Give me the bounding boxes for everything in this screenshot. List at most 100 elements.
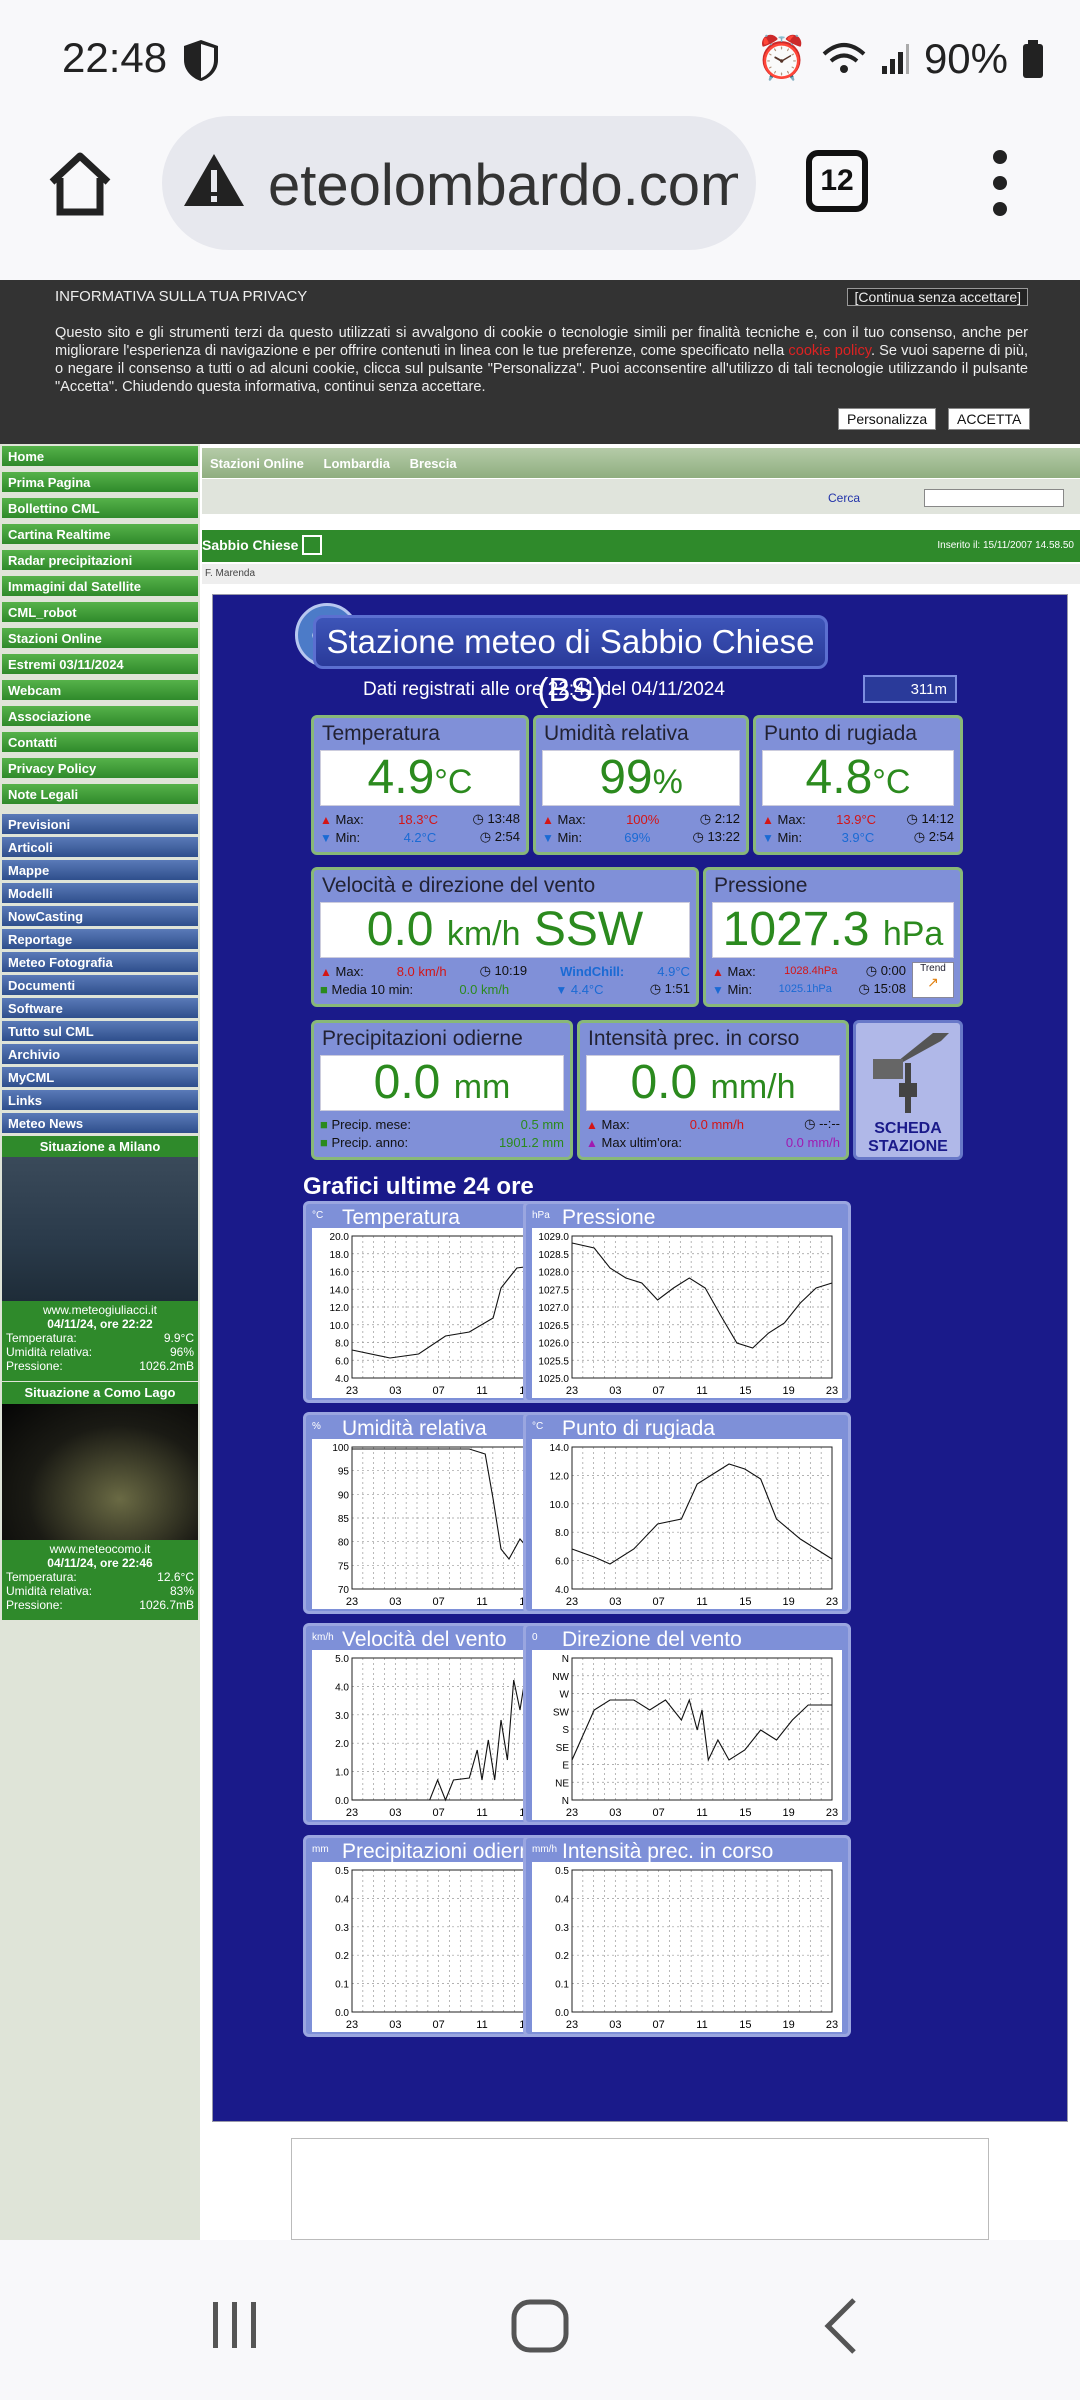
sidebar-item-previsioni[interactable]: Previsioni [2, 814, 198, 836]
como-webcam-image[interactable] [2, 1404, 198, 1540]
sidebar-item-webcam[interactable]: Webcam [2, 680, 198, 702]
temperature-label: Temperatura [322, 722, 440, 745]
milano-pres: 1026.2mB [139, 1359, 194, 1373]
wind-unit: km/h [446, 915, 521, 953]
sidebar-item-bollettino[interactable]: Bollettino CML [2, 498, 198, 520]
sidebar-item-stazioni[interactable]: Stazioni Online [2, 628, 198, 650]
milano-site[interactable]: www.meteogiuliacci.it [6, 1303, 194, 1317]
sidebar-item-cartina[interactable]: Cartina Realtime [2, 524, 198, 546]
sidebar-item-radar[interactable]: Radar precipitazioni [2, 550, 198, 572]
cookie-policy-link[interactable]: cookie policy [788, 343, 871, 359]
clock-icon: ◷ 13:48 [472, 811, 520, 826]
pressure-value: 1027.3 [722, 903, 870, 956]
sidebar-item-documenti[interactable]: Documenti [2, 975, 198, 997]
graph-panel[interactable]: mm/h Intensità prec. in corso 0.5 0.4 0.3 0.2… [523, 1835, 851, 2037]
continue-without-accepting-link[interactable]: [Continua senza accettare] [847, 288, 1028, 306]
como-site[interactable]: www.meteocomo.it [6, 1542, 194, 1556]
rain-rate-label: Intensità prec. in corso [588, 1027, 800, 1050]
recent-apps-icon[interactable] [210, 2300, 260, 2350]
overflow-menu-icon[interactable] [990, 150, 1010, 216]
sidebar-item-estremi[interactable]: Estremi 03/11/2024 [2, 654, 198, 676]
sidebar-item-fotografia[interactable]: Meteo Fotografia [2, 952, 198, 974]
station-sheet-button[interactable]: SCHEDA STAZIONE [853, 1020, 963, 1160]
graph-panel[interactable]: 0 Direzione del vento N NW W SW S SE E NE N 23 03 07 1… [523, 1623, 851, 1825]
sidebar-item-meteo-news[interactable]: Meteo News [2, 1113, 198, 1135]
x-tick-label: 23 [346, 1807, 358, 1819]
temp-min-time: 2:54 [494, 829, 520, 844]
rain-value-box: 0.0 mm [320, 1055, 564, 1111]
graph-title: Direzione del vento [562, 1628, 742, 1651]
y-tick-label: 14.0 [330, 1285, 350, 1296]
sidebar-item-satellite[interactable]: Immagini dal Satellite [2, 576, 198, 598]
graph-background [532, 1862, 842, 2032]
y-tick-label: 0.3 [335, 1923, 349, 1934]
graph-title: Umidità relativa [342, 1417, 487, 1440]
sidebar-item-mycml[interactable]: MyCML [2, 1067, 198, 1089]
x-tick-label: 03 [389, 1807, 401, 1819]
dewpoint-value: 4.8 [805, 751, 873, 804]
expand-icon[interactable] [302, 535, 322, 555]
anemometer-icon [873, 1033, 949, 1113]
battery-percent: 90% [923, 34, 1008, 82]
sidebar-item-privacy[interactable]: Privacy Policy [2, 758, 198, 780]
sidebar-item-archivio[interactable]: Archivio [2, 1044, 198, 1066]
page-title-bar: Sabbio Chiese Inserito il: 15/11/2007 14… [202, 530, 1080, 562]
customize-button[interactable]: Personalizza [838, 408, 937, 430]
x-tick-label: 03 [389, 1596, 401, 1608]
sidebar-item-contatti[interactable]: Contatti [2, 732, 198, 754]
x-tick-label: 03 [609, 1385, 621, 1397]
warning-icon[interactable] [182, 150, 246, 210]
sidebar-item-nowcasting[interactable]: NowCasting [2, 906, 198, 928]
breadcrumb-stazioni[interactable]: Stazioni Online [210, 456, 304, 471]
sidebar-item-modelli[interactable]: Modelli [2, 883, 198, 905]
max-arrow-icon: ▲ [320, 812, 332, 827]
milano-info: www.meteogiuliacci.it 04/11/24, ore 22:2… [2, 1301, 198, 1381]
graph-unit: °C [532, 1421, 544, 1432]
clock-icon: ◷ 0:00 [865, 963, 906, 978]
home-icon[interactable] [44, 148, 116, 220]
max-arrow-icon: ▲ [712, 964, 724, 979]
back-icon[interactable] [822, 2296, 862, 2356]
breadcrumb-brescia[interactable]: Brescia [410, 456, 457, 471]
home-nav-icon[interactable] [510, 2298, 570, 2354]
milano-webcam-image[interactable] [2, 1157, 198, 1301]
accept-button[interactable]: ACCETTA [948, 408, 1031, 430]
pres-min-time: 15:08 [873, 981, 906, 996]
sidebar-item-software[interactable]: Software [2, 998, 198, 1020]
sidebar-item-home[interactable]: Home [2, 446, 198, 468]
sidebar-item-reportage[interactable]: Reportage [2, 929, 198, 951]
tab-count-button[interactable]: 12 [806, 150, 868, 212]
page-title: Sabbio Chiese [202, 537, 299, 553]
y-tick-label: N [562, 1796, 569, 1807]
station-title: Stazione meteo di Sabbio Chiese (BS) [313, 615, 828, 708]
wind-avg: 0.0 km/h [459, 981, 510, 997]
y-tick-label: 0.4 [555, 1894, 569, 1905]
x-tick-label: 23 [566, 2019, 578, 2031]
trend-button[interactable]: Trend ↗ [912, 962, 954, 998]
sidebar-item-cml-robot[interactable]: CML_robot [2, 602, 198, 624]
rain-unit: mm [453, 1068, 511, 1106]
url-text[interactable]: eteolombardo.com [268, 152, 738, 219]
graph-panel[interactable]: hPa Pressione 1029.0 1028.5 1028.0 1027.5 1027… [523, 1201, 851, 1403]
como-info: www.meteocomo.it 04/11/24, ore 22:46 Tem… [2, 1540, 198, 1620]
x-tick-label: 19 [783, 1807, 795, 1819]
search-input[interactable] [924, 489, 1064, 507]
min-arrow-icon: ▼ [712, 982, 724, 997]
sidebar-item-articoli[interactable]: Articoli [2, 837, 198, 859]
sidebar-item-associazione[interactable]: Associazione [2, 706, 198, 728]
sidebar-item-note-legali[interactable]: Note Legali [2, 784, 198, 806]
wind-value: 0.0 [366, 903, 434, 956]
sidebar-item-tutto-cml[interactable]: Tutto sul CML [2, 1021, 198, 1043]
y-tick-label: 95 [338, 1467, 350, 1478]
sidebar-item-mappe[interactable]: Mappe [2, 860, 198, 882]
sidebar-item-links[interactable]: Links [2, 1090, 198, 1112]
pres-max: 1028.4hPa [784, 965, 838, 977]
sidebar-item-prima-pagina[interactable]: Prima Pagina [2, 472, 198, 494]
x-tick-label: 11 [696, 1385, 707, 1397]
breadcrumb-lombardia[interactable]: Lombardia [324, 456, 390, 471]
graph-panel[interactable]: °C Punto di rugiada 14.0 12.0 10.0 8.0 6.0 4.0 2… [523, 1412, 851, 1614]
y-tick-label: 100 [332, 1443, 349, 1454]
min-arrow-icon: ▼ [555, 982, 568, 997]
humidity-value-box: 99% [542, 750, 740, 806]
wind-label: Velocità e direzione del vento [322, 874, 596, 897]
